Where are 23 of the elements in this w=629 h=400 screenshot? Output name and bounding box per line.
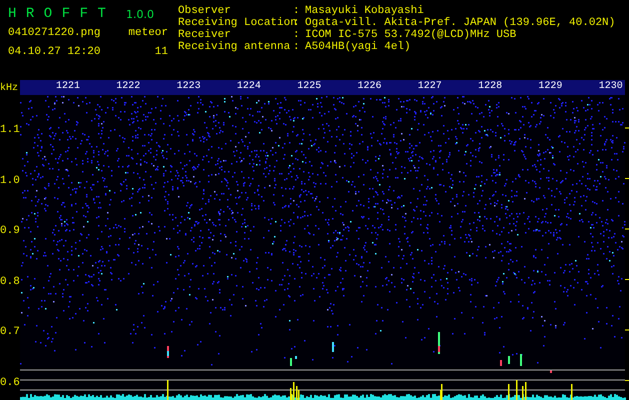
app-title: HROFFT [8, 6, 116, 22]
info-label: Observer [178, 5, 232, 17]
info-label: Receiving antenna [178, 41, 292, 53]
info-value: ICOM IC-575 53.7492(@LCD)MHz USB [305, 29, 518, 41]
axis-label: 1.0 [0, 174, 20, 186]
meteor-label: meteor [127, 27, 169, 39]
file-name: 0410271220.png [8, 27, 102, 39]
app-version: 1.0.0 [125, 8, 155, 20]
axis-label: 1.1 [0, 124, 20, 136]
colon: : [293, 41, 301, 53]
axis-label: 0.8 [0, 276, 20, 288]
info-value: Ogata-vill. Akita-Pref. JAPAN (139.96E, 40.02N) [305, 17, 616, 29]
date-time: 04.10.27 12:20 [8, 46, 102, 58]
info-value: A504HB(yagi 4el) [305, 41, 412, 53]
info-value: Masayuki Kobayashi [305, 5, 425, 17]
colon: : [293, 29, 301, 41]
meteor-count: 11 [154, 46, 169, 58]
axis-label: 0.7 [0, 326, 20, 338]
colon: : [293, 5, 301, 17]
axis-label: 0.9 [0, 225, 20, 237]
axis-label: 0.6 [0, 376, 20, 388]
info-label: Receiver [178, 29, 232, 41]
unit-label: kHz [0, 83, 20, 95]
